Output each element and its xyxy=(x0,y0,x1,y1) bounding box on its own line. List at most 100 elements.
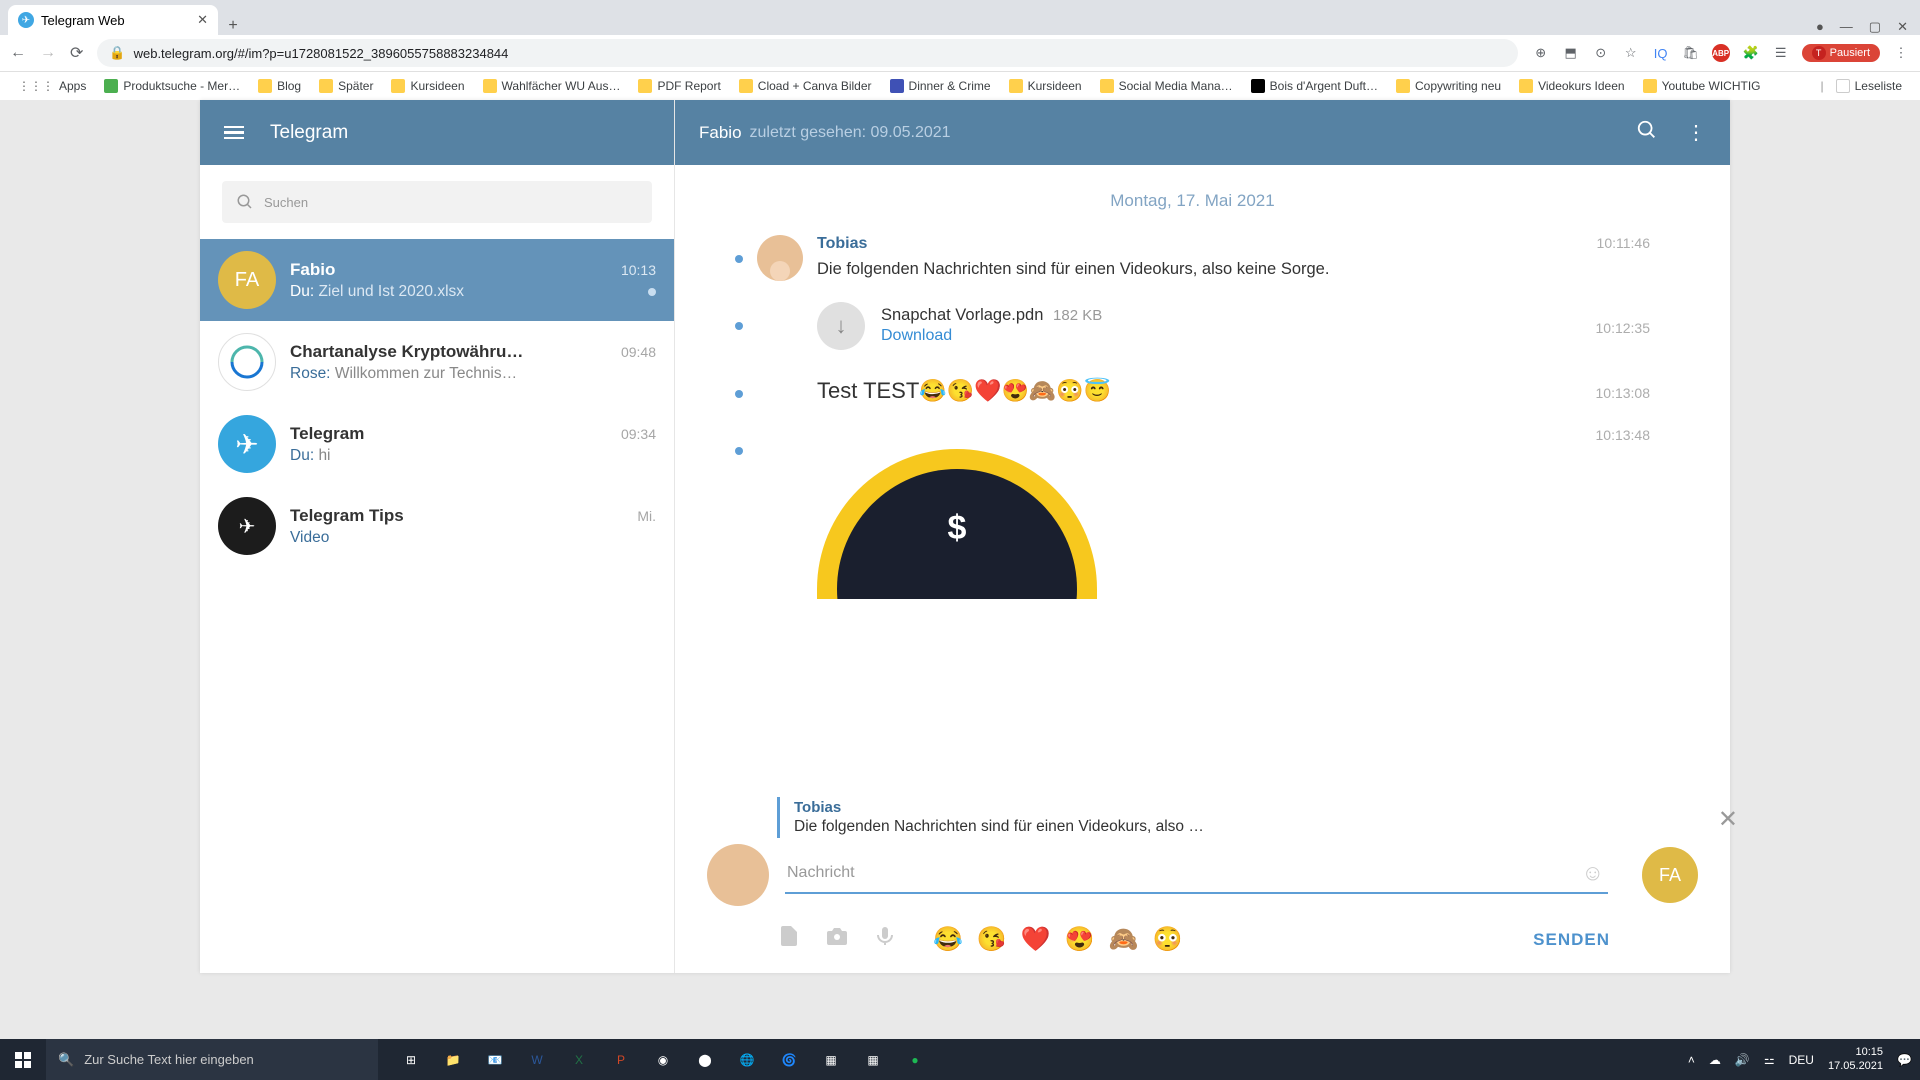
bookmark-folder[interactable]: PDF Report xyxy=(632,76,726,96)
explorer-icon[interactable]: 📁 xyxy=(432,1039,474,1080)
bookmark-icon[interactable]: ☆ xyxy=(1622,44,1640,62)
minimize-icon[interactable]: — xyxy=(1840,19,1853,35)
message-input[interactable] xyxy=(785,856,1608,894)
reload-button[interactable]: ⟳ xyxy=(70,43,83,63)
chrome-icon[interactable]: 🌐 xyxy=(726,1039,768,1080)
new-tab-button[interactable]: + xyxy=(218,17,248,35)
avatar: FA xyxy=(218,251,276,309)
excel-icon[interactable]: X xyxy=(558,1039,600,1080)
emoji-quick-row[interactable]: 😂😘❤️😍🙈😳 xyxy=(933,925,1182,954)
profile-button[interactable]: TPausiert xyxy=(1802,44,1880,62)
sender-avatar[interactable] xyxy=(757,235,803,281)
reading-list-bookmark[interactable]: Leseliste xyxy=(1830,76,1908,96)
browser-tab[interactable]: ✈ Telegram Web ✕ xyxy=(8,5,218,35)
emoji-picker-icon[interactable]: ☺ xyxy=(1582,860,1604,886)
taskbar-search[interactable]: 🔍Zur Suche Text hier eingeben xyxy=(46,1039,378,1080)
chat-time: Mi. xyxy=(637,508,656,524)
chat-header-name: Fabio xyxy=(699,123,742,143)
recipient-avatar[interactable]: FA xyxy=(1642,847,1698,903)
send-button[interactable]: SENDEN xyxy=(1533,930,1610,950)
account-icon[interactable]: ● xyxy=(1816,19,1824,35)
abp-extension-icon[interactable]: ABP xyxy=(1712,44,1730,62)
message-time: 10:13:08 xyxy=(1596,385,1651,401)
app-icon[interactable]: ▦ xyxy=(810,1039,852,1080)
extensions-icon[interactable]: 🧩 xyxy=(1742,44,1760,62)
mail-icon[interactable]: 📧 xyxy=(474,1039,516,1080)
powerpoint-icon[interactable]: P xyxy=(600,1039,642,1080)
app-icon[interactable]: ▦ xyxy=(852,1039,894,1080)
iq-extension-icon[interactable]: IQ xyxy=(1652,44,1670,62)
download-icon[interactable]: ↓ xyxy=(817,302,865,350)
search-input[interactable]: Suchen xyxy=(222,181,652,223)
bookmark-folder[interactable]: Social Media Mana… xyxy=(1094,76,1239,96)
chat-item[interactable]: Chartanalyse Kryptowähru…09:48 Rose: Wil… xyxy=(200,321,674,403)
chrome-menu-icon[interactable]: ⋮ xyxy=(1892,44,1910,62)
chat-time: 09:34 xyxy=(621,426,656,442)
avatar: ✈ xyxy=(218,415,276,473)
edge-icon[interactable]: 🌀 xyxy=(768,1039,810,1080)
close-window-icon[interactable]: ✕ xyxy=(1897,19,1908,35)
task-view-icon[interactable]: ⊞ xyxy=(390,1039,432,1080)
forward-button[interactable]: → xyxy=(40,44,56,62)
volume-icon[interactable]: 🔊 xyxy=(1735,1053,1750,1067)
bookmarks-bar: ⋮⋮⋮Apps Produktsuche - Mer… Blog Später … xyxy=(0,71,1920,100)
search-icon: 🔍 xyxy=(58,1052,74,1068)
bookmark-folder[interactable]: Kursideen xyxy=(1003,76,1088,96)
install-icon[interactable]: ⬒ xyxy=(1562,44,1580,62)
chat-item[interactable]: ✈ Telegram09:34 Du: hi xyxy=(200,403,674,485)
zoom-icon[interactable]: ⊙ xyxy=(1592,44,1610,62)
bookmark-item[interactable]: Produktsuche - Mer… xyxy=(98,76,246,96)
reply-sender: Tobias xyxy=(794,799,1698,816)
obs-icon[interactable]: ⬤ xyxy=(684,1039,726,1080)
extension-icon[interactable]: 🛍 xyxy=(1682,44,1700,62)
word-icon[interactable]: W xyxy=(516,1039,558,1080)
bookmark-folder[interactable]: Später xyxy=(313,76,379,96)
chat-item-fabio[interactable]: FA Fabio10:13 Du: Ziel und Ist 2020.xlsx xyxy=(200,239,674,321)
bookmark-folder[interactable]: Copywriting neu xyxy=(1390,76,1507,96)
back-button[interactable]: ← xyxy=(10,44,26,62)
bookmark-item[interactable]: Bois d'Argent Duft… xyxy=(1245,76,1384,96)
app-icon[interactable]: ◉ xyxy=(642,1039,684,1080)
close-tab-icon[interactable]: ✕ xyxy=(197,12,208,28)
start-button[interactable] xyxy=(0,1039,46,1080)
menu-button[interactable] xyxy=(224,126,244,140)
spotify-icon[interactable]: ● xyxy=(894,1039,936,1080)
onedrive-icon[interactable]: ☁ xyxy=(1709,1053,1721,1067)
close-reply-icon[interactable]: ✕ xyxy=(1718,805,1738,834)
bookmark-folder[interactable]: Kursideen xyxy=(385,76,470,96)
taskbar: 🔍Zur Suche Text hier eingeben ⊞ 📁 📧 W X … xyxy=(0,1039,1920,1080)
microphone-icon[interactable] xyxy=(873,924,897,955)
wifi-icon[interactable]: ⚍ xyxy=(1764,1053,1775,1067)
notifications-icon[interactable]: 💬 xyxy=(1897,1053,1912,1067)
bookmark-folder[interactable]: Blog xyxy=(252,76,307,96)
chat-name: Chartanalyse Kryptowähru… xyxy=(290,342,523,362)
search-icon[interactable] xyxy=(1636,119,1658,147)
bookmark-folder[interactable]: Cload + Canva Bilder xyxy=(733,76,878,96)
clock[interactable]: 10:1517.05.2021 xyxy=(1828,1046,1883,1072)
download-link[interactable]: Download xyxy=(881,327,1102,345)
language-indicator[interactable]: DEU xyxy=(1789,1053,1814,1067)
unread-dot xyxy=(735,447,743,455)
chat-item[interactable]: ✈ Telegram TipsMi. Video xyxy=(200,485,674,567)
sender-name[interactable]: Tobias xyxy=(817,235,867,253)
self-avatar xyxy=(707,844,769,906)
tray-chevron-icon[interactable]: ˄ xyxy=(1688,1053,1695,1067)
message-image[interactable]: $ xyxy=(817,449,1650,599)
apps-bookmark[interactable]: ⋮⋮⋮Apps xyxy=(12,76,92,96)
bookmark-item[interactable]: Dinner & Crime xyxy=(884,76,997,96)
more-icon[interactable]: ⋮ xyxy=(1686,120,1706,145)
maximize-icon[interactable]: ▢ xyxy=(1869,19,1881,35)
translate-icon[interactable]: ⊕ xyxy=(1532,44,1550,62)
attach-file-icon[interactable] xyxy=(777,924,801,955)
message-time: 10:11:46 xyxy=(1597,235,1650,251)
bookmark-folder[interactable]: Videokurs Ideen xyxy=(1513,76,1631,96)
reading-list-icon[interactable]: ☰ xyxy=(1772,44,1790,62)
bookmark-folder[interactable]: Wahlfächer WU Aus… xyxy=(477,76,627,96)
camera-icon[interactable] xyxy=(825,924,849,955)
bookmark-folder[interactable]: Youtube WICHTIG xyxy=(1637,76,1767,96)
chat-header-status: zuletzt gesehen: 09.05.2021 xyxy=(750,124,951,142)
chat-name: Fabio xyxy=(290,260,335,280)
reply-preview[interactable]: Tobias Die folgenden Nachrichten sind fü… xyxy=(777,797,1698,838)
address-bar[interactable]: 🔒 web.telegram.org/#/im?p=u1728081522_38… xyxy=(97,39,1517,67)
file-name[interactable]: Snapchat Vorlage.pdn xyxy=(881,306,1043,324)
